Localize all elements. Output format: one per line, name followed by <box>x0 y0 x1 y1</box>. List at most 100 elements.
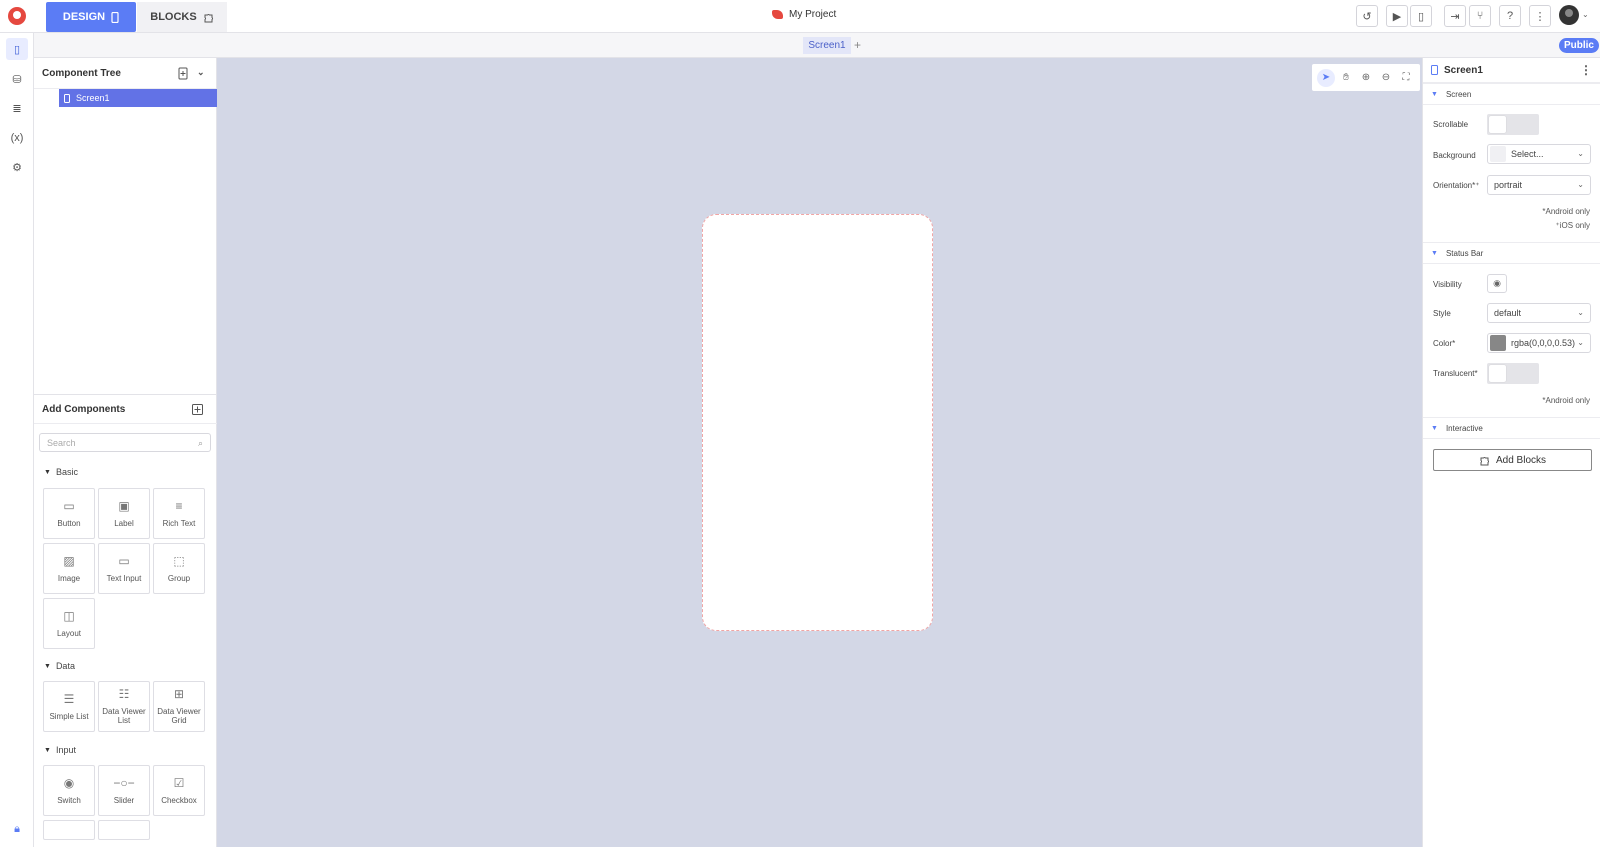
chevron-down-icon[interactable]: ⌄ <box>1582 10 1589 19</box>
properties-title: Screen1 <box>1444 64 1483 76</box>
tab-design-label: DESIGN <box>62 11 106 23</box>
section-data[interactable]: ▼ Data <box>44 661 75 671</box>
component-data-viewer-list[interactable]: ☷ Data Viewer List <box>98 681 150 732</box>
properties-panel: Screen1 ⋮ ▼ Screen Scrollable Background … <box>1422 58 1600 847</box>
style-label: Style <box>1433 309 1451 318</box>
help-icon[interactable]: ? <box>1499 5 1521 27</box>
database-icon[interactable]: ⛁ <box>6 68 28 90</box>
component-label: Data Viewer Grid <box>157 707 201 725</box>
document-icon[interactable]: ≣ <box>6 97 28 119</box>
section-screen[interactable]: ▼ Screen <box>1423 83 1600 105</box>
tree-item-screen1[interactable]: Screen1 <box>59 89 217 107</box>
component-label: Checkbox <box>161 795 197 805</box>
export-icon[interactable]: ⇥ <box>1444 5 1466 27</box>
component-text-input[interactable]: ▭ Text Input <box>98 543 150 594</box>
phone-icon[interactable]: ▯ <box>6 38 28 60</box>
caret-down-icon: ▼ <box>44 662 51 670</box>
component-label: Data Viewer List <box>102 707 146 725</box>
project-title[interactable]: My Project <box>772 9 836 20</box>
eye-icon[interactable]: ◉ <box>1487 274 1507 293</box>
section-status-bar[interactable]: ▼ Status Bar <box>1423 242 1600 264</box>
public-badge[interactable]: Public <box>1559 38 1599 53</box>
component-group[interactable]: ⬚ Group <box>153 543 205 594</box>
chevron-down-icon: ⌄ <box>1577 149 1584 158</box>
scrollable-label: Scrollable <box>1433 120 1469 129</box>
section-input[interactable]: ▼ Input <box>44 745 76 755</box>
component-label: Slider <box>113 795 135 805</box>
component-data-viewer-grid[interactable]: ⊞ Data Viewer Grid <box>153 681 205 732</box>
history-icon[interactable]: ↺ <box>1356 5 1378 27</box>
component-image[interactable]: ▨ Image <box>43 543 95 594</box>
section-interactive[interactable]: ▼ Interactive <box>1423 417 1600 439</box>
tab-screen1[interactable]: Screen1 <box>803 37 851 54</box>
color-swatch <box>1490 335 1506 351</box>
component-slider[interactable]: −○− Slider <box>98 765 150 816</box>
screen-preview[interactable] <box>702 214 933 631</box>
button-icon: ▭ <box>63 498 75 513</box>
style-value: default <box>1494 308 1522 318</box>
more-icon[interactable]: ⋮ <box>1580 63 1592 77</box>
user-avatar[interactable] <box>1559 5 1579 25</box>
component-label[interactable]: ▣ Label <box>98 488 150 539</box>
phone-icon <box>111 11 119 23</box>
device-preview-icon[interactable]: ▯ <box>1410 5 1432 27</box>
section-status-label: Status Bar <box>1445 248 1484 258</box>
gear-icon[interactable]: ⚙ <box>6 156 28 178</box>
add-blocks-label: Add Blocks <box>1495 454 1547 466</box>
add-blocks-button[interactable]: Add Blocks <box>1433 449 1592 471</box>
caret-down-icon: ▼ <box>1431 424 1438 432</box>
grid-icon: ⊞ <box>173 687 185 701</box>
section-input-label: Input <box>55 745 76 755</box>
orientation-select[interactable]: portrait ⌄ <box>1487 175 1591 195</box>
design-canvas[interactable]: ➤ ✋︎ ⊕ ⊖ ⛶ <box>217 58 1422 847</box>
translucent-toggle[interactable] <box>1487 363 1539 384</box>
component-partial[interactable] <box>98 820 150 840</box>
zoom-in-icon[interactable]: ⊕ <box>1357 69 1375 87</box>
tab-design[interactable]: DESIGN <box>46 2 136 32</box>
color-select[interactable]: rgba(0,0,0,0.53) ⌄ <box>1487 333 1591 353</box>
image-icon: ▨ <box>63 553 75 568</box>
app-logo[interactable] <box>8 7 26 25</box>
section-basic[interactable]: ▼ Basic <box>44 467 78 477</box>
background-select[interactable]: Select... ⌄ <box>1487 144 1591 164</box>
component-layout[interactable]: ◫ Layout <box>43 598 95 649</box>
component-switch[interactable]: ◉ Switch <box>43 765 95 816</box>
hand-icon[interactable]: ✋︎ <box>1337 69 1355 87</box>
puzzle-icon <box>204 13 213 22</box>
component-checkbox[interactable]: ☑ Checkbox <box>153 765 205 816</box>
preview-icon[interactable]: ▶ <box>1386 5 1408 27</box>
add-screen-button[interactable]: + <box>854 38 861 52</box>
search-icon: ⌕ <box>197 438 203 448</box>
caret-down-icon: ▼ <box>1431 249 1438 257</box>
pointer-icon[interactable]: ➤ <box>1317 68 1335 87</box>
search-input[interactable]: Search ⌕ <box>39 433 211 452</box>
color-value: rgba(0,0,0,0.53) <box>1511 338 1576 348</box>
android-only-note: *Android only <box>1542 396 1590 405</box>
component-button[interactable]: ▭ Button <box>43 488 95 539</box>
phone-icon <box>64 93 70 103</box>
share-icon[interactable]: ⑂ <box>1469 5 1491 27</box>
chevron-down-icon: ⌄ <box>1577 338 1584 347</box>
component-partial[interactable] <box>43 820 95 840</box>
component-label: Text Input <box>106 573 142 583</box>
more-icon[interactable]: ⋮ <box>1529 5 1551 27</box>
component-rich-text[interactable]: ≡ Rich Text <box>153 488 205 539</box>
variable-icon[interactable]: (x) <box>6 127 28 149</box>
chevron-down-icon[interactable]: ⌄ <box>197 67 205 78</box>
lock-icon[interactable]: 🔒︎ <box>6 818 28 840</box>
scrollable-toggle[interactable] <box>1487 114 1539 135</box>
tab-blocks-label: BLOCKS <box>150 11 197 23</box>
tab-blocks[interactable]: BLOCKS <box>137 2 227 32</box>
fit-screen-icon[interactable]: ⛶ <box>1397 69 1415 87</box>
caret-down-icon: ▼ <box>1431 90 1438 98</box>
rich-text-icon: ≡ <box>175 498 183 513</box>
add-icon[interactable] <box>192 404 203 415</box>
translucent-label: Translucent* <box>1433 369 1478 378</box>
data-list-icon: ☷ <box>118 687 130 701</box>
style-select[interactable]: default ⌄ <box>1487 303 1591 323</box>
add-components-header: Add Components <box>34 395 217 424</box>
puzzle-icon <box>1480 456 1490 465</box>
component-simple-list[interactable]: ☰ Simple List <box>43 681 95 732</box>
zoom-out-icon[interactable]: ⊖ <box>1377 69 1395 87</box>
add-screen-icon[interactable] <box>178 67 188 80</box>
